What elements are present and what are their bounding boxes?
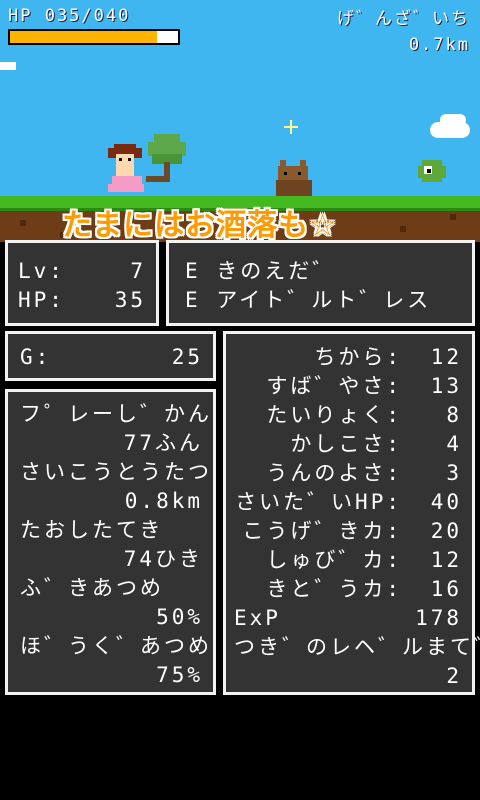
record-item: たおしたてき 74ひき <box>20 516 203 574</box>
dirt-speck <box>400 226 406 232</box>
equipment-panel[interactable]: E きのえだ゛ E アイト゛ルト゛レス <box>166 240 475 326</box>
sparkle-icon <box>284 120 298 134</box>
system-nav-bar <box>0 786 480 800</box>
level-value: 7 <box>130 259 146 283</box>
stat-value: 40 <box>430 490 462 514</box>
stat-value: 13 <box>430 374 462 398</box>
stat-label: たいりょく: <box>266 403 402 427</box>
next-level-value: 2 <box>446 664 462 688</box>
records-panel: フ゜レーし゛かん 77ふん さいこうとうたつ 0.8km たおしたてき 74ひき… <box>5 389 216 695</box>
record-value: 50% <box>156 605 203 629</box>
stat-label: こうげ゛きカ: <box>242 519 402 543</box>
message-banner: たまにはお酒落も☆ <box>62 208 337 242</box>
equipped-armor[interactable]: E アイト゛ルト゛レス <box>185 286 460 315</box>
enemy-dog <box>276 160 312 196</box>
hp-label: HP: <box>18 288 65 312</box>
equipped-weapon[interactable]: E きのえだ゛ <box>185 257 460 286</box>
stat-row: かしこさ: 4 <box>234 430 462 459</box>
gold-row: G: 25 <box>20 343 203 372</box>
stat-row: たいりょく: 8 <box>234 401 462 430</box>
record-value: 74ひき <box>123 547 203 571</box>
record-label: たおしたてき <box>20 518 164 542</box>
record-label: ふ゛きあつめ <box>20 576 164 600</box>
cloud <box>440 114 466 126</box>
stat-label: しゅび゛カ: <box>266 548 402 572</box>
stat-label: うんのよさ: <box>266 461 402 485</box>
stat-row: すば゛やさ: 13 <box>234 372 462 401</box>
level-row: Lv: 7 <box>18 257 146 286</box>
stat-value: 8 <box>446 403 462 427</box>
stat-value: 20 <box>430 519 462 543</box>
stat-label: ちから: <box>314 345 402 369</box>
stat-row: ExP 178 <box>234 604 462 633</box>
distance-value: 0.7km <box>408 35 470 55</box>
gold-panel: G: 25 <box>5 331 216 381</box>
stat-value: 3 <box>446 461 462 485</box>
stat-value: 12 <box>430 548 462 572</box>
enemy-slime <box>418 160 446 182</box>
hp-row: HP: 35 <box>18 286 146 315</box>
next-level-label: つき゛のレヘ゛ルまて゛ <box>234 635 480 659</box>
stat-label: きと゛うカ: <box>266 577 402 601</box>
hp-bar-fill <box>10 31 157 43</box>
record-item: さいこうとうたつ 0.8km <box>20 458 212 516</box>
stat-value: 178 <box>415 606 462 630</box>
dirt-speck <box>20 220 26 226</box>
stat-value: 16 <box>430 577 462 601</box>
status-label: げ゛んざ゛いち <box>337 9 470 29</box>
stat-label: さいた゛いHP: <box>235 490 402 514</box>
stat-label: すば゛やさ: <box>266 374 402 398</box>
level-label: Lv: <box>18 259 65 283</box>
record-label: フ゜レーし゛かん <box>20 402 212 426</box>
record-value: 75% <box>156 663 203 687</box>
hp-bar <box>8 29 180 45</box>
stat-row: しゅび゛カ: 12 <box>234 546 462 575</box>
game-scene[interactable]: HP 035/040 げ゛んざ゛いち 0.7km たまにはお酒落も☆ <box>0 0 480 242</box>
stat-row: きと゛うカ: 16 <box>234 575 462 604</box>
stat-label: かしこさ: <box>290 432 402 456</box>
gold-value: 25 <box>171 345 203 369</box>
status-readout: げ゛んざ゛いち 0.7km <box>337 6 470 58</box>
gold-label: G: <box>20 345 52 369</box>
record-item: フ゜レーし゛かん 77ふん <box>20 400 212 458</box>
record-label: ほ゛うく゛あつめ <box>20 634 212 658</box>
record-label: さいこうとうたつ <box>20 460 212 484</box>
hp-value: 35 <box>114 288 146 312</box>
stat-value: 12 <box>430 345 462 369</box>
record-item: ふ゛きあつめ 50% <box>20 574 203 632</box>
cloud <box>0 62 16 70</box>
stat-value: 4 <box>446 432 462 456</box>
stat-row: ちから: 12 <box>234 343 462 372</box>
record-item: ほ゛うく゛あつめ 75% <box>20 632 212 690</box>
stat-row: こうげ゛きカ: 20 <box>234 517 462 546</box>
tree-branch-weapon <box>146 134 186 182</box>
stat-row: うんのよさ: 3 <box>234 459 462 488</box>
record-value: 77ふん <box>123 431 203 455</box>
stat-row: さいた゛いHP: 40 <box>234 488 462 517</box>
stat-label: ExP <box>234 606 281 630</box>
level-panel: Lv: 7 HP: 35 <box>5 240 159 326</box>
stats-panel: ちから: 12 すば゛やさ: 13 たいりょく: 8 かしこさ: 4 うんのよさ… <box>223 331 480 695</box>
record-value: 0.8km <box>124 489 203 513</box>
dirt-speck <box>450 214 456 220</box>
hp-text: HP 035/040 <box>8 6 131 26</box>
